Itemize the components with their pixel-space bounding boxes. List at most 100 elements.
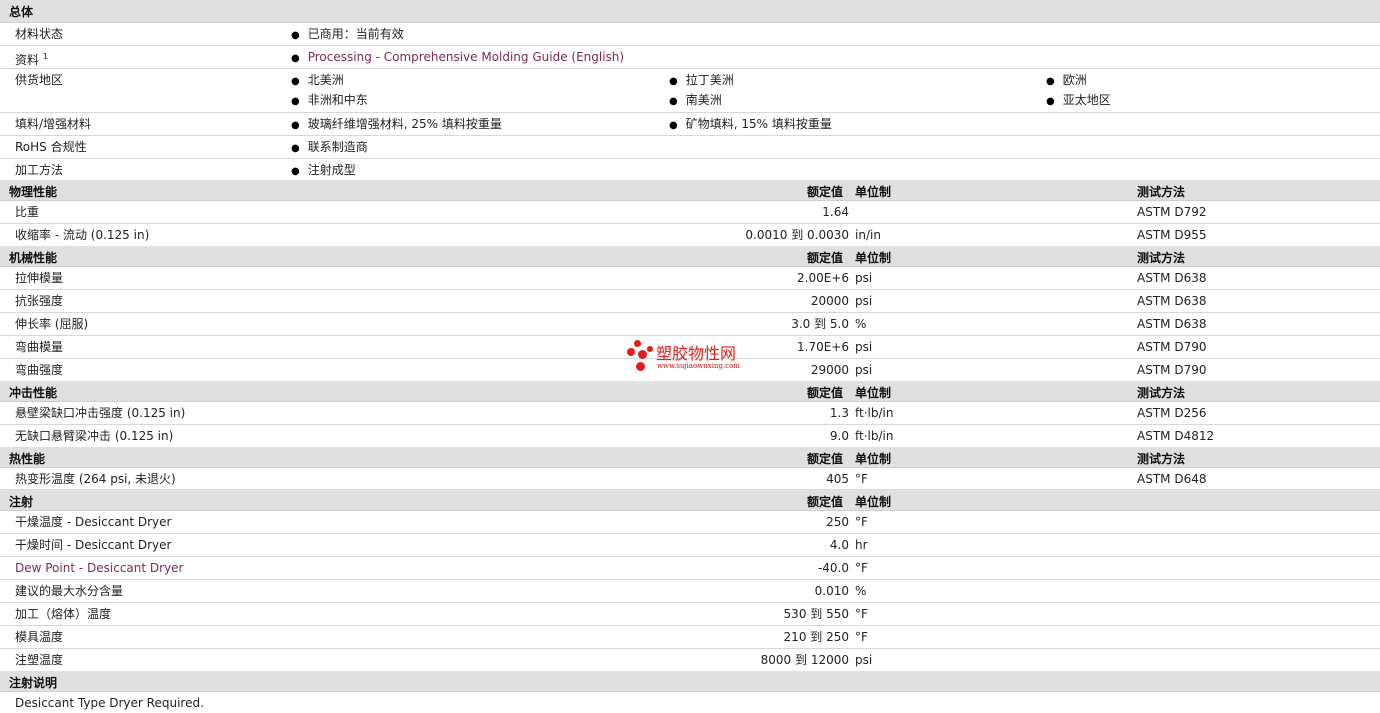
property-test-method: ASTM D638 (1137, 294, 1207, 308)
row-value: 联系制造商 (291, 139, 368, 157)
row-label: 加工方法 (15, 163, 64, 177)
property-label: 收缩率 - 流动 (0.125 in) (15, 228, 150, 242)
row-label: 资料 1 (15, 49, 48, 68)
property-unit: °F (855, 561, 868, 575)
watermark-url: www.sujiaowuxing.com (657, 362, 740, 370)
property-value: 2.00E+6 (797, 271, 849, 285)
property-test-method: ASTM D648 (1137, 472, 1207, 486)
document-link[interactable]: Processing - Comprehensive Molding Guide… (291, 49, 624, 67)
property-row: 干燥温度 - Desiccant Dryer 250 °F (0, 511, 1380, 534)
logo-dot (638, 350, 647, 359)
property-unit: °F (855, 472, 868, 486)
property-value: 4.0 (829, 538, 849, 552)
region-item: 北美洲 (291, 72, 344, 90)
header-test: 测试方法 (1137, 185, 1186, 199)
property-value: 1.3 (829, 406, 849, 420)
section-general: 总体 (0, 0, 1380, 23)
header-nominal: 额定值 (807, 386, 844, 400)
property-label: 干燥时间 - Desiccant Dryer (15, 538, 172, 552)
header-unit: 单位制 (855, 452, 892, 466)
filler-item: 矿物填料, 15% 填料按重量 (669, 116, 832, 134)
property-unit: psi (855, 363, 873, 377)
property-row: 无缺口悬臂梁冲击 (0.125 in) 9.0 ft·lb/in ASTM D4812 (0, 425, 1380, 448)
section-title: 机械性能 (9, 251, 58, 265)
property-row: 干燥时间 - Desiccant Dryer 4.0 hr (0, 534, 1380, 557)
property-row: 热变形温度 (264 psi, 未退火) 405 °F ASTM D648 (0, 468, 1380, 490)
row-label: 材料状态 (15, 27, 64, 41)
header-nominal: 额定值 (807, 251, 844, 265)
watermark-logo: 塑胶物性网 www.sujiaowuxing.com (626, 338, 766, 374)
row-label: RoHS 合规性 (15, 140, 87, 154)
property-label: 抗张强度 (15, 294, 64, 308)
row-documents: 资料 1 Processing - Comprehensive Molding … (0, 46, 1380, 69)
region-item: 拉丁美洲 (669, 72, 734, 90)
property-unit: hr (855, 538, 868, 552)
property-unit: psi (855, 340, 873, 354)
property-value: 1.64 (822, 205, 849, 219)
property-label: 热变形温度 (264 psi, 未退火) (15, 472, 176, 486)
property-test-method: ASTM D790 (1137, 340, 1207, 354)
property-test-method: ASTM D4812 (1137, 429, 1215, 443)
section-impact: 冲击性能 额定值 单位制 测试方法 (0, 381, 1380, 402)
property-unit: ft·lb/in (855, 429, 894, 443)
property-unit: °F (855, 515, 868, 529)
property-unit: in/in (855, 228, 881, 242)
property-row: 比重 1.64 ASTM D792 (0, 201, 1380, 224)
logo-dot (634, 340, 641, 347)
row-material-status: 材料状态 已商用：当前有效 (0, 23, 1380, 46)
property-unit: ft·lb/in (855, 406, 894, 420)
property-row: Dew Point - Desiccant Dryer -40.0 °F (0, 557, 1380, 580)
region-item: 南美洲 (669, 92, 722, 110)
property-test-method: ASTM D256 (1137, 406, 1207, 420)
property-unit: % (855, 317, 867, 331)
property-value: 405 (826, 472, 849, 486)
property-row: 悬壁梁缺口冲击强度 (0.125 in) 1.3 ft·lb/in ASTM D256 (0, 402, 1380, 425)
section-title: 热性能 (9, 452, 46, 466)
property-unit: % (855, 584, 867, 598)
property-unit: °F (855, 607, 868, 621)
section-title: 注射说明 (9, 676, 58, 690)
property-label: 无缺口悬臂梁冲击 (0.125 in) (15, 429, 174, 443)
property-value: 9.0 (829, 429, 849, 443)
property-row: 注塑温度 8000 到 12000 psi (0, 649, 1380, 672)
notes-text: Desiccant Type Dryer Required. (15, 696, 204, 710)
property-value: 250 (826, 515, 849, 529)
header-unit: 单位制 (855, 386, 892, 400)
property-label: 悬壁梁缺口冲击强度 (0.125 in) (15, 406, 186, 420)
header-test: 测试方法 (1137, 251, 1186, 265)
property-test-method: ASTM D955 (1137, 228, 1207, 242)
header-unit: 单位制 (855, 251, 892, 265)
row-value: 已商用：当前有效 (291, 26, 404, 44)
property-row: 建议的最大水分含量 0.010% (0, 580, 1380, 603)
property-label: 干燥温度 - Desiccant Dryer (15, 515, 172, 529)
row-notes: Desiccant Type Dryer Required. (0, 692, 1380, 713)
row-fillers: 填料/增强材料 玻璃纤维增强材料, 25% 填料按重量 矿物填料, 15% 填料… (0, 113, 1380, 136)
property-label: 加工（熔体）温度 (15, 607, 112, 621)
section-title: 冲击性能 (9, 386, 58, 400)
property-test-method: ASTM D638 (1137, 317, 1207, 331)
row-regions: 供货地区 北美洲 拉丁美洲 欧洲 非洲和中东 南美洲 亚太地区 (0, 69, 1380, 113)
property-value: 3.0 到 5.0 (791, 317, 849, 331)
property-test-method: ASTM D792 (1137, 205, 1207, 219)
property-row: 收缩率 - 流动 (0.125 in) 0.0010 到 0.0030 in/in A… (0, 224, 1380, 247)
property-value: -40.0 (817, 561, 849, 575)
property-test-method: ASTM D790 (1137, 363, 1207, 377)
property-label: 拉伸模量 (15, 271, 64, 285)
row-value: 注射成型 (291, 162, 356, 180)
property-label: 注塑温度 (15, 653, 64, 667)
property-value: 20000 (810, 294, 849, 308)
section-title: 注射 (9, 495, 34, 509)
section-physical: 物理性能 额定值 单位制 测试方法 (0, 180, 1380, 201)
section-title: 总体 (9, 5, 34, 19)
property-label: 比重 (15, 205, 40, 219)
logo-dot (647, 346, 653, 352)
region-item: 亚太地区 (1046, 92, 1111, 110)
property-unit: psi (855, 294, 873, 308)
header-nominal: 额定值 (807, 185, 844, 199)
row-label: 供货地区 (15, 73, 64, 87)
header-unit: 单位制 (855, 495, 892, 509)
region-item: 欧洲 (1046, 72, 1087, 90)
property-label: 模具温度 (15, 630, 64, 644)
property-value: 530 到 550 (783, 607, 849, 621)
property-label: 建议的最大水分含量 (15, 584, 124, 598)
